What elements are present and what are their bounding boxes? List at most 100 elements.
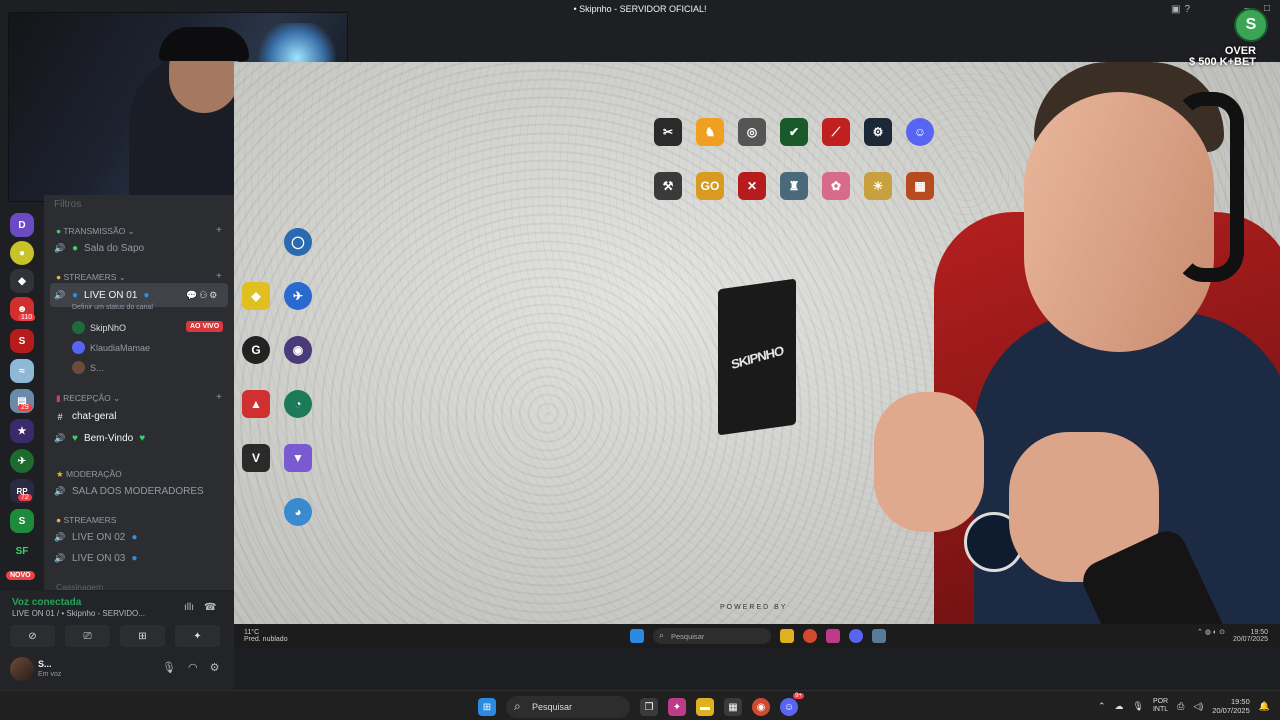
category-moderacao[interactable]: ★ MODERAÇÃO bbox=[56, 469, 122, 480]
add-channel-icon[interactable]: + bbox=[216, 392, 222, 403]
desktop-app-icon[interactable]: ⚒ bbox=[654, 172, 682, 200]
taskbar-search[interactable]: Pesquisar bbox=[506, 696, 630, 718]
server-icon[interactable]: ✈ bbox=[10, 449, 34, 473]
windows-start-icon bbox=[630, 629, 644, 643]
streamer-fist bbox=[874, 392, 984, 532]
desktop-app-icon[interactable]: ◯ bbox=[284, 228, 312, 256]
server-icon[interactable]: S bbox=[10, 509, 34, 533]
activity-button[interactable]: ⊞ bbox=[120, 625, 165, 647]
add-channel-icon[interactable]: + bbox=[216, 225, 222, 236]
voice-channel-moderadores[interactable]: 🔊 SALA DOS MODERADORES bbox=[54, 486, 203, 497]
category-streamers-2[interactable]: ● STREAMERS bbox=[56, 515, 116, 525]
speaker-icon: 🔊 bbox=[54, 243, 66, 253]
voice-channel-live-on-03[interactable]: 🔊 LIVE ON 03 ● bbox=[54, 553, 137, 564]
user-name[interactable]: S... bbox=[38, 659, 52, 669]
server-icon[interactable]: D bbox=[10, 213, 34, 237]
gear-icon[interactable]: ⚙ bbox=[209, 290, 219, 300]
category-transmissao[interactable]: ● TRANSMISSÃO ⌄ + bbox=[56, 225, 222, 237]
volume-icon[interactable]: ◁) bbox=[1193, 701, 1203, 712]
desktop-app-icon[interactable]: V bbox=[242, 444, 270, 472]
system-tray: ⌃ ☁ 🎙 POR INTL ⎙ ◁) 19:50 20/07/2025 🔔 bbox=[1098, 697, 1270, 715]
server-icon[interactable]: S bbox=[10, 329, 34, 353]
voice-connected-subtitle[interactable]: LIVE ON 01 / • Skipnho - SERVIDO... bbox=[12, 609, 145, 618]
windows-start-icon[interactable]: ⊞ bbox=[478, 698, 496, 716]
stream-view[interactable]: ✂ ♞ ◎ ✔ ⟋ ⚙ ☺ ⚒ GO ✕ ♜ ✿ ☀ ▦ ◯ ◆ ✈ G ◉ ▲… bbox=[234, 62, 1280, 648]
voice-user[interactable]: KlaudiaMamae bbox=[72, 341, 150, 354]
headphones-icon[interactable]: ◠ bbox=[188, 661, 198, 674]
windows-taskbar: ⊞ Pesquisar ❐ ✦ ▬ ▦ ◉ ☺9+ ⌃ ☁ 🎙 POR INTL… bbox=[0, 690, 1280, 720]
desktop-app-icon[interactable]: ▲ bbox=[242, 390, 270, 418]
copilot-icon[interactable]: ✦ bbox=[668, 698, 686, 716]
desktop-app-icon[interactable]: ◆ bbox=[242, 282, 270, 310]
chevron-up-icon[interactable]: ⌃ bbox=[1098, 701, 1106, 712]
soundwave-icon[interactable]: ıllı bbox=[184, 602, 194, 613]
server-icon[interactable]: ★ bbox=[10, 419, 34, 443]
text-channel-chat-geral[interactable]: # chat-geral bbox=[54, 411, 116, 422]
desktop-app-icon[interactable]: GO bbox=[696, 172, 724, 200]
desktop-app-icon[interactable]: ✕ bbox=[738, 172, 766, 200]
server-icon[interactable]: ● bbox=[10, 241, 34, 265]
desktop-app-icon[interactable]: ◎ bbox=[738, 118, 766, 146]
blue-dot-icon: ● bbox=[131, 532, 138, 543]
category-faded[interactable]: Cassinagem bbox=[56, 582, 103, 590]
inbox-icon[interactable]: ▣ bbox=[1171, 4, 1180, 15]
streamed-taskbar: 11°C Pred. nublado Pesquisar ⌃ ◍ ◐ ⊙ 19:… bbox=[234, 624, 1280, 648]
desktop-app-icon[interactable]: ✂ bbox=[654, 118, 682, 146]
soundboard-button[interactable]: ✦ bbox=[175, 625, 220, 647]
channel-label: LIVE ON 03 bbox=[72, 553, 126, 564]
folder-icon[interactable]: ▬ bbox=[696, 698, 714, 716]
cloud-icon[interactable]: ☁ bbox=[1115, 701, 1124, 712]
maximize-icon[interactable]: □ bbox=[1264, 3, 1270, 14]
notification-icon[interactable]: 🔔 bbox=[1259, 701, 1270, 712]
voice-channel-bem-vindo[interactable]: 🔊 ♥ Bem-Vindo ♥ bbox=[54, 433, 145, 444]
camera-off-button[interactable]: ⊘ bbox=[10, 625, 55, 647]
language-indicator[interactable]: POR INTL bbox=[1153, 698, 1168, 714]
date: 20/07/2025 bbox=[1212, 706, 1250, 715]
channel-label: LIVE ON 02 bbox=[72, 532, 126, 543]
frog-icon: ● bbox=[56, 226, 62, 236]
desktop-app-icon[interactable]: ◔ bbox=[284, 390, 312, 418]
voice-channel-live-on-02[interactable]: 🔊 LIVE ON 02 ● bbox=[54, 532, 137, 543]
voice-channel-sala-do-sapo[interactable]: 🔊 ● Sala do Sapo bbox=[54, 243, 144, 254]
heart-icon: ♥ bbox=[72, 433, 78, 444]
avatar[interactable] bbox=[10, 657, 34, 681]
task-view-icon[interactable]: ❐ bbox=[640, 698, 658, 716]
gear-icon[interactable]: ⚙ bbox=[210, 661, 220, 674]
microphone-icon[interactable]: 🎙 bbox=[162, 661, 176, 674]
desktop-app-icon[interactable]: ◕ bbox=[284, 498, 312, 526]
category-recepcao[interactable]: ▮ Recepção ⌄ + bbox=[56, 392, 222, 404]
voice-user[interactable]: SkipNhO bbox=[72, 321, 126, 334]
desktop-app-icon[interactable]: ♜ bbox=[780, 172, 808, 200]
desktop-app-icon[interactable]: ▼ bbox=[284, 444, 312, 472]
channel-status-text[interactable]: Definir um status do canal bbox=[72, 304, 153, 311]
disconnect-icon[interactable]: ☎ bbox=[204, 602, 216, 613]
streamed-tray: ⌃ ◍ ◐ ⊙ 19:50 20/07/2025 bbox=[1197, 629, 1268, 643]
category-streamers[interactable]: ● STREAMERS ⌄ + bbox=[56, 271, 222, 283]
voice-user[interactable]: S... bbox=[72, 361, 104, 374]
add-user-icon[interactable]: ⚇ bbox=[199, 290, 209, 300]
add-channel-icon[interactable]: + bbox=[216, 271, 222, 282]
channel-faded[interactable]: Filtros bbox=[54, 199, 81, 210]
microphone-icon[interactable]: 🎙 bbox=[1133, 701, 1144, 712]
desktop-app-icon[interactable]: ◉ bbox=[284, 336, 312, 364]
voice-connected-title[interactable]: Voz conectada bbox=[12, 597, 81, 608]
coin-icon: ● bbox=[56, 515, 62, 525]
server-icon[interactable]: ◆ bbox=[10, 269, 34, 293]
desktop-app-icon[interactable]: ✔ bbox=[780, 118, 808, 146]
store-icon[interactable]: ▦ bbox=[724, 698, 742, 716]
frog-icon: ● bbox=[72, 243, 79, 254]
help-icon[interactable]: ? bbox=[1184, 4, 1190, 15]
desktop-app-icon[interactable]: G bbox=[242, 336, 270, 364]
desktop-app-icon[interactable]: ♞ bbox=[696, 118, 724, 146]
server-icon[interactable]: ≈ bbox=[10, 359, 34, 383]
category-label: Recepção ⌄ bbox=[63, 393, 121, 403]
clock[interactable]: 19:50 20/07/2025 bbox=[1212, 697, 1250, 715]
server-icon[interactable]: SF bbox=[10, 539, 34, 563]
channel-actions: 💬⚇⚙ bbox=[186, 290, 219, 301]
network-icon[interactable]: ⎙ bbox=[1177, 701, 1184, 712]
discord-icon[interactable]: ☺ 9+ bbox=[780, 693, 804, 716]
screen-share-button[interactable]: ⎚ bbox=[65, 625, 110, 647]
chat-icon[interactable]: 💬 bbox=[186, 290, 199, 300]
chrome-icon[interactable]: ◉ bbox=[752, 698, 770, 716]
desktop-app-icon[interactable]: ✈ bbox=[284, 282, 312, 310]
